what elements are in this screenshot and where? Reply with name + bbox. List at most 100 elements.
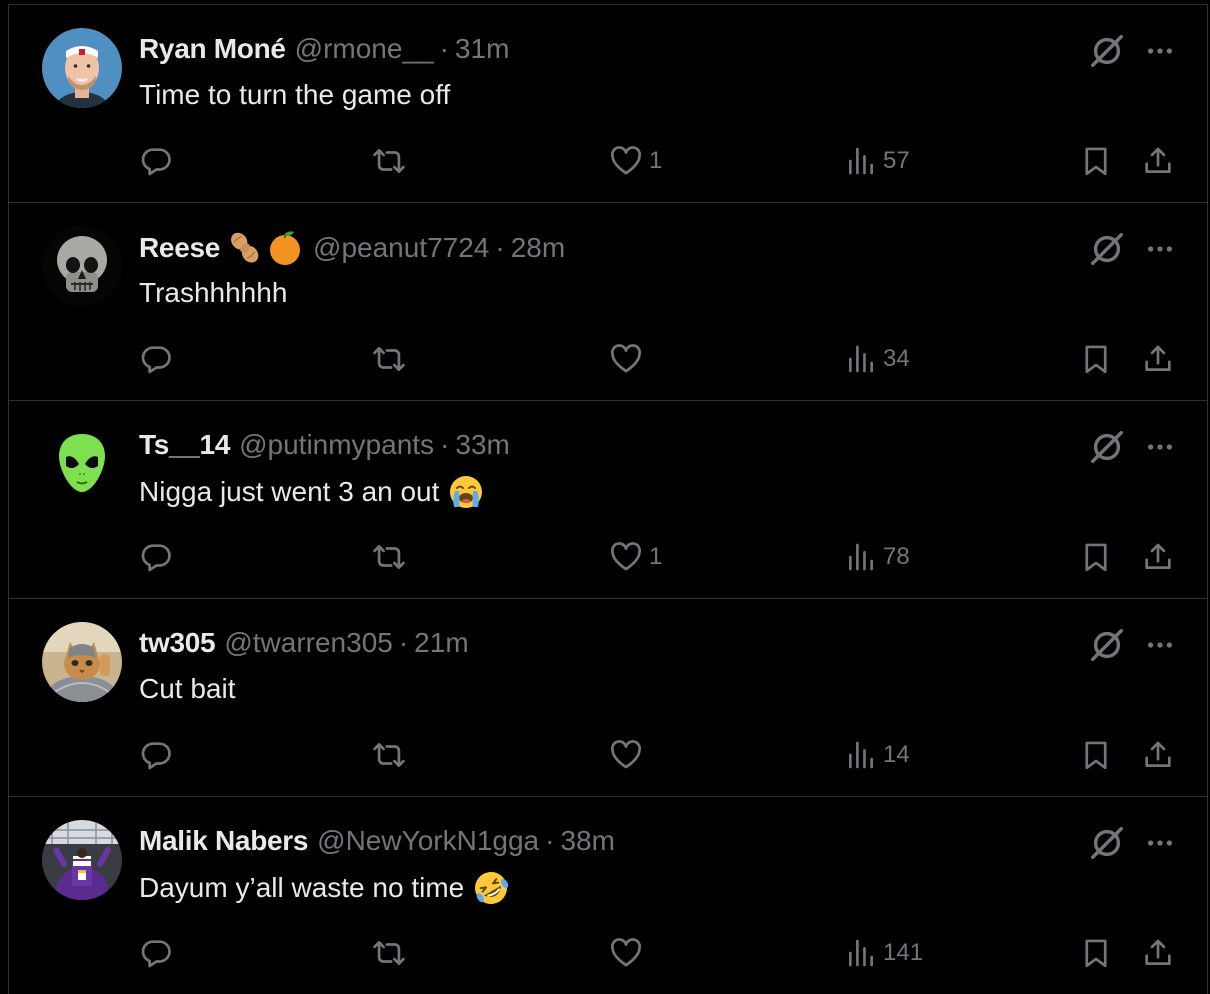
tweet[interactable]: Ryan Moné @rmone__ · 31m Time to turn th…: [9, 5, 1207, 203]
timestamp[interactable]: 33m: [455, 427, 509, 463]
slashed-circle-icon[interactable]: [1089, 429, 1125, 465]
bookmark-button[interactable]: [1079, 933, 1113, 973]
tweet-header: Ts__14 @putinmypants · 33m: [139, 427, 510, 463]
tweet-header: tw305 @twarren305 · 21m: [139, 625, 469, 661]
like-count: 1: [649, 543, 663, 570]
heart-icon: [609, 738, 643, 772]
like-count: 1: [649, 147, 663, 174]
avatar[interactable]: [42, 424, 122, 504]
tweet-text: Trashhhhhh: [139, 275, 287, 311]
ellipsis-icon[interactable]: [1145, 432, 1175, 462]
ellipsis-icon[interactable]: [1145, 234, 1175, 264]
user-handle[interactable]: @rmone__: [295, 31, 434, 67]
view-count: 34: [883, 345, 910, 372]
ellipsis-icon[interactable]: [1145, 36, 1175, 66]
retweet-button[interactable]: [371, 933, 407, 973]
bookmark-button[interactable]: [1079, 537, 1113, 577]
reply-button[interactable]: [139, 933, 173, 973]
views-button[interactable]: 141: [845, 933, 923, 973]
bar-chart-icon: [845, 343, 877, 375]
slashed-circle-icon[interactable]: [1089, 231, 1125, 267]
speech-bubble-icon: [139, 144, 173, 178]
user-handle[interactable]: @twarren305: [224, 625, 393, 661]
speech-bubble-icon: [139, 936, 173, 970]
slashed-circle-icon[interactable]: [1089, 627, 1125, 663]
retweet-button[interactable]: [371, 141, 407, 181]
bookmark-button[interactable]: [1079, 339, 1113, 379]
tweet[interactable]: Reese @peanut7724 · 28m Trashhhhhh 34: [9, 203, 1207, 401]
like-button[interactable]: [609, 339, 649, 379]
bar-chart-icon: [845, 541, 877, 573]
ellipsis-icon[interactable]: [1145, 828, 1175, 858]
slashed-circle-icon[interactable]: [1089, 33, 1125, 69]
user-handle[interactable]: @NewYorkN1gga: [317, 823, 539, 859]
share-button[interactable]: [1141, 141, 1175, 181]
reply-button[interactable]: [139, 735, 173, 775]
avatar[interactable]: [42, 622, 122, 702]
tweet-text-content: Cut bait: [139, 673, 236, 704]
reply-feed: Ryan Moné @rmone__ · 31m Time to turn th…: [8, 4, 1208, 994]
bookmark-icon: [1079, 936, 1113, 970]
display-name[interactable]: tw305: [139, 625, 216, 661]
ellipsis-icon[interactable]: [1145, 630, 1175, 660]
reply-button[interactable]: [139, 537, 173, 577]
share-button[interactable]: [1141, 339, 1175, 379]
retweet-button[interactable]: [371, 537, 407, 577]
views-button[interactable]: 34: [845, 339, 910, 379]
like-button[interactable]: 1: [609, 141, 662, 181]
separator-dot: ·: [545, 825, 555, 856]
tweet-top-actions: [1089, 231, 1175, 267]
user-handle[interactable]: @putinmypants: [239, 427, 434, 463]
tweet-top-actions: [1089, 825, 1175, 861]
tweet-text: Cut bait: [139, 671, 236, 707]
bar-chart-icon: [845, 739, 877, 771]
view-count: 78: [883, 543, 910, 570]
views-button[interactable]: 78: [845, 537, 910, 577]
bar-chart-icon: [845, 145, 877, 177]
timestamp[interactable]: 31m: [455, 31, 509, 67]
user-handle[interactable]: @peanut7724: [313, 230, 489, 266]
timestamp[interactable]: 28m: [511, 230, 565, 266]
retweet-button[interactable]: [371, 339, 407, 379]
tweet[interactable]: Malik Nabers @NewYorkN1gga · 38m Dayum y…: [9, 797, 1207, 994]
tweet-text: Dayum y’all waste no time: [139, 869, 510, 907]
slashed-circle-icon[interactable]: [1089, 825, 1125, 861]
views-button[interactable]: 14: [845, 735, 910, 775]
tweet-actions: 1 57: [139, 141, 1179, 181]
bookmark-button[interactable]: [1079, 141, 1113, 181]
loudly-crying-face-emoji-icon: [450, 476, 483, 508]
retweet-button[interactable]: [371, 735, 407, 775]
bookmark-button[interactable]: [1079, 735, 1113, 775]
tweet-top-actions: [1089, 429, 1175, 465]
like-button[interactable]: 1: [609, 537, 662, 577]
timestamp[interactable]: 38m: [560, 823, 614, 859]
bookmark-icon: [1079, 144, 1113, 178]
display-name[interactable]: Ts__14: [139, 427, 230, 463]
share-button[interactable]: [1141, 933, 1175, 973]
tweet-text-content: Dayum y’all waste no time: [139, 872, 465, 903]
avatar[interactable]: [42, 28, 122, 108]
speech-bubble-icon: [139, 540, 173, 574]
share-button[interactable]: [1141, 735, 1175, 775]
like-button[interactable]: [609, 933, 649, 973]
display-name[interactable]: Malik Nabers: [139, 823, 308, 859]
tweet-text: Time to turn the game off: [139, 77, 450, 113]
share-upload-icon: [1141, 144, 1175, 178]
reply-button[interactable]: [139, 339, 173, 379]
separator-dot: ·: [398, 627, 409, 658]
display-name[interactable]: Reese: [139, 230, 220, 266]
reply-button[interactable]: [139, 141, 173, 181]
avatar[interactable]: [42, 226, 122, 306]
timestamp[interactable]: 21m: [414, 625, 468, 661]
tweet[interactable]: tw305 @twarren305 · 21m Cut bait 14: [9, 599, 1207, 797]
share-button[interactable]: [1141, 537, 1175, 577]
bookmark-icon: [1079, 540, 1113, 574]
tweet[interactable]: Ts__14 @putinmypants · 33m Nigga just we…: [9, 401, 1207, 599]
views-button[interactable]: 57: [845, 141, 910, 181]
display-name[interactable]: Ryan Moné: [139, 31, 286, 67]
view-count: 14: [883, 741, 910, 768]
avatar[interactable]: [42, 820, 122, 900]
like-button[interactable]: [609, 735, 649, 775]
heart-icon: [609, 342, 643, 376]
share-upload-icon: [1141, 342, 1175, 376]
